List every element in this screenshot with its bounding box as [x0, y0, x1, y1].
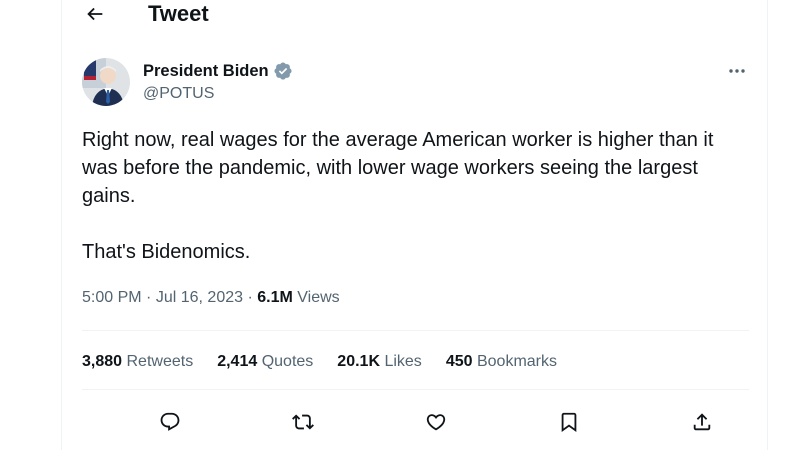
tweet-date[interactable]: Jul 16, 2023 [156, 289, 243, 306]
verified-badge-icon [274, 62, 292, 80]
stat-label: Quotes [261, 353, 314, 370]
divider [82, 389, 749, 390]
retweet-button[interactable] [285, 404, 321, 440]
more-options-button[interactable] [722, 60, 752, 82]
meta-separator: · [247, 289, 253, 306]
likes-stat[interactable]: 20.1K Likes [337, 351, 422, 373]
stat-count: 3,880 [82, 353, 123, 370]
author-handle[interactable]: @POTUS [143, 84, 214, 104]
stat-label: Retweets [126, 353, 194, 370]
views-label: Views [297, 289, 340, 306]
tweet-text: Right now, real wages for the average Am… [82, 126, 742, 266]
heart-icon [426, 414, 446, 431]
reply-icon [160, 412, 180, 431]
stat-count: 2,414 [217, 353, 258, 370]
retweets-stat[interactable]: 3,880 Retweets [82, 351, 193, 373]
page-header: Tweet [62, 0, 767, 30]
stat-count: 20.1K [337, 353, 380, 370]
bookmarks-stat[interactable]: 450 Bookmarks [446, 351, 557, 373]
reply-button[interactable] [152, 404, 188, 440]
meta-separator: · [146, 289, 152, 306]
tweet-detail-column: Tweet President Biden @POTUS Right now, … [61, 0, 768, 450]
ellipsis-icon [729, 69, 745, 73]
stat-label: Bookmarks [476, 353, 557, 370]
tweet-stats: 3,880 Retweets 2,414 Quotes 20.1K Likes … [82, 351, 557, 373]
bookmark-button[interactable] [551, 404, 587, 440]
tweet-meta: 5:00 PM · Jul 16, 2023 · 6.1M Views [82, 287, 340, 309]
back-button[interactable] [78, 0, 112, 28]
author-name-row: President Biden [143, 61, 293, 81]
stat-count: 450 [445, 353, 473, 370]
divider [82, 330, 749, 331]
quotes-stat[interactable]: 2,414 Quotes [217, 351, 313, 373]
avatar[interactable] [82, 58, 130, 106]
tweet-actions [82, 404, 749, 440]
bookmark-icon [561, 412, 577, 433]
tweet-author: President Biden @POTUS [82, 58, 752, 108]
tweet-time[interactable]: 5:00 PM [82, 289, 142, 306]
stat-label: Likes [384, 353, 422, 370]
page-title: Tweet [148, 1, 209, 26]
tweet-paragraph: Right now, real wages for the average Am… [82, 129, 714, 207]
tweet-paragraph: That's Bidenomics. [82, 241, 251, 263]
share-icon [693, 413, 711, 431]
share-button[interactable] [684, 404, 720, 440]
views-count: 6.1M [257, 289, 293, 306]
retweet-icon [292, 414, 314, 430]
arrow-left-icon [87, 7, 103, 21]
author-display-name[interactable]: President Biden [143, 61, 269, 81]
like-button[interactable] [418, 404, 454, 440]
avatar-image [82, 58, 130, 106]
